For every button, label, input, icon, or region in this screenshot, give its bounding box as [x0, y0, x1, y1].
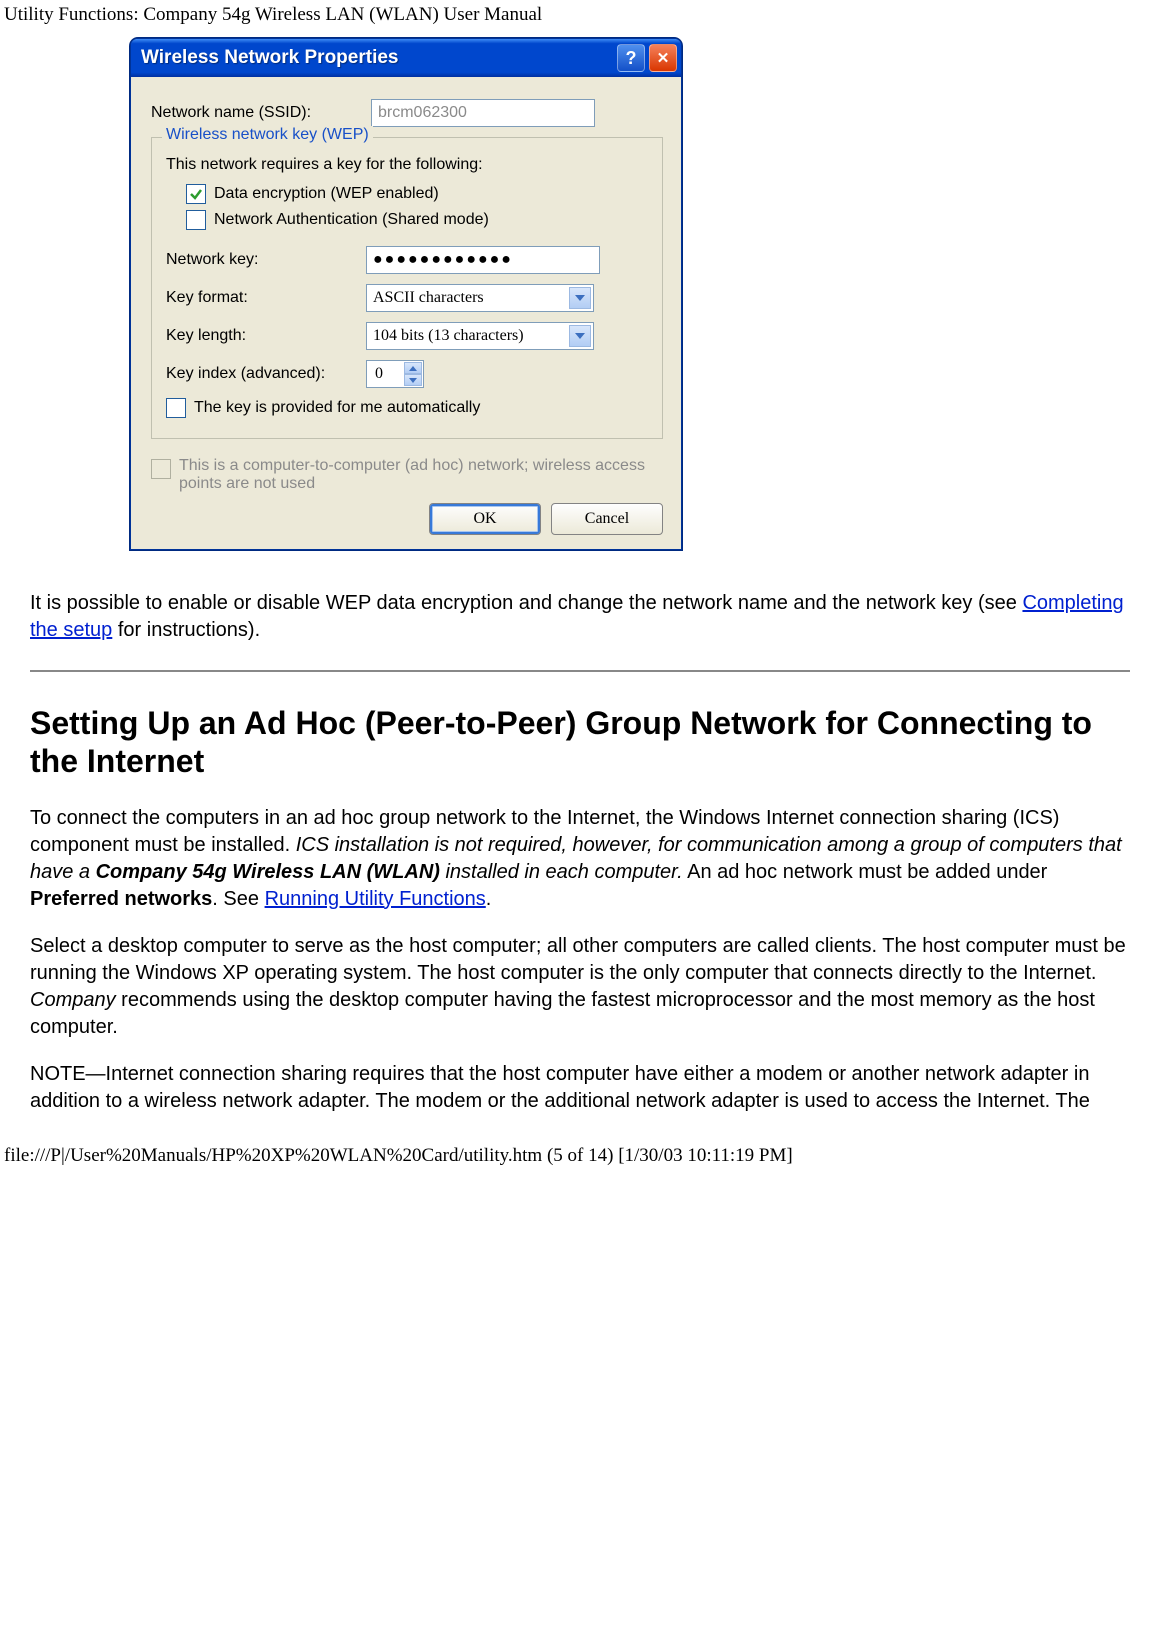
auto-key-checkbox[interactable] [166, 398, 186, 418]
key-index-spinner[interactable]: 0 [366, 360, 424, 388]
key-index-value: 0 [375, 365, 383, 383]
network-auth-label: Network Authentication (Shared mode) [214, 211, 489, 229]
key-format-value: ASCII characters [373, 289, 484, 307]
adhoc-label: This is a computer-to-computer (ad hoc) … [179, 457, 663, 493]
paragraph-host: Select a desktop computer to serve as th… [30, 933, 1130, 1041]
ssid-label: Network name (SSID): [151, 104, 371, 122]
adhoc-checkbox [151, 459, 171, 479]
close-icon: ✕ [657, 49, 670, 67]
help-icon: ? [626, 48, 637, 69]
wep-fieldset: Wireless network key (WEP) This network … [151, 137, 663, 439]
chevron-down-icon [569, 325, 591, 347]
dialog-title: Wireless Network Properties [141, 47, 613, 69]
ssid-input: brcm062300 [371, 99, 595, 127]
key-index-label: Key index (advanced): [166, 365, 366, 383]
network-key-input[interactable]: ●●●●●●●●●●●● [366, 246, 600, 274]
section-heading: Setting Up an Ad Hoc (Peer-to-Peer) Grou… [30, 704, 1130, 781]
wireless-properties-dialog: Wireless Network Properties ? ✕ Network … [130, 38, 682, 550]
key-format-label: Key format: [166, 289, 366, 307]
help-button[interactable]: ? [617, 44, 645, 72]
paragraph-wep-note: It is possible to enable or disable WEP … [30, 590, 1130, 644]
paragraph-note: NOTE—Internet connection sharing require… [30, 1061, 1130, 1115]
key-length-label: Key length: [166, 327, 366, 345]
page-footer: file:///P|/User%20Manuals/HP%20XP%20WLAN… [0, 1135, 1160, 1167]
network-key-label: Network key: [166, 251, 366, 269]
cancel-button[interactable]: Cancel [551, 503, 663, 535]
spin-up-icon[interactable] [404, 362, 422, 374]
data-encryption-label: Data encryption (WEP enabled) [214, 185, 439, 203]
running-utility-link[interactable]: Running Utility Functions [265, 888, 486, 910]
chevron-down-icon [569, 287, 591, 309]
key-length-value: 104 bits (13 characters) [373, 327, 524, 345]
data-encryption-checkbox[interactable] [186, 184, 206, 204]
spin-down-icon[interactable] [404, 374, 422, 386]
wep-legend: Wireless network key (WEP) [162, 126, 373, 144]
requires-text: This network requires a key for the foll… [166, 156, 648, 174]
key-format-combo[interactable]: ASCII characters [366, 284, 594, 312]
paragraph-ics: To connect the computers in an ad hoc gr… [30, 805, 1130, 913]
ok-button[interactable]: OK [429, 503, 541, 535]
titlebar[interactable]: Wireless Network Properties ? ✕ [131, 39, 681, 77]
page-header: Utility Functions: Company 54g Wireless … [0, 0, 1160, 26]
network-auth-checkbox[interactable] [186, 210, 206, 230]
auto-key-label: The key is provided for me automatically [194, 399, 480, 417]
key-length-combo[interactable]: 104 bits (13 characters) [366, 322, 594, 350]
close-button[interactable]: ✕ [649, 44, 677, 72]
divider [30, 670, 1130, 672]
